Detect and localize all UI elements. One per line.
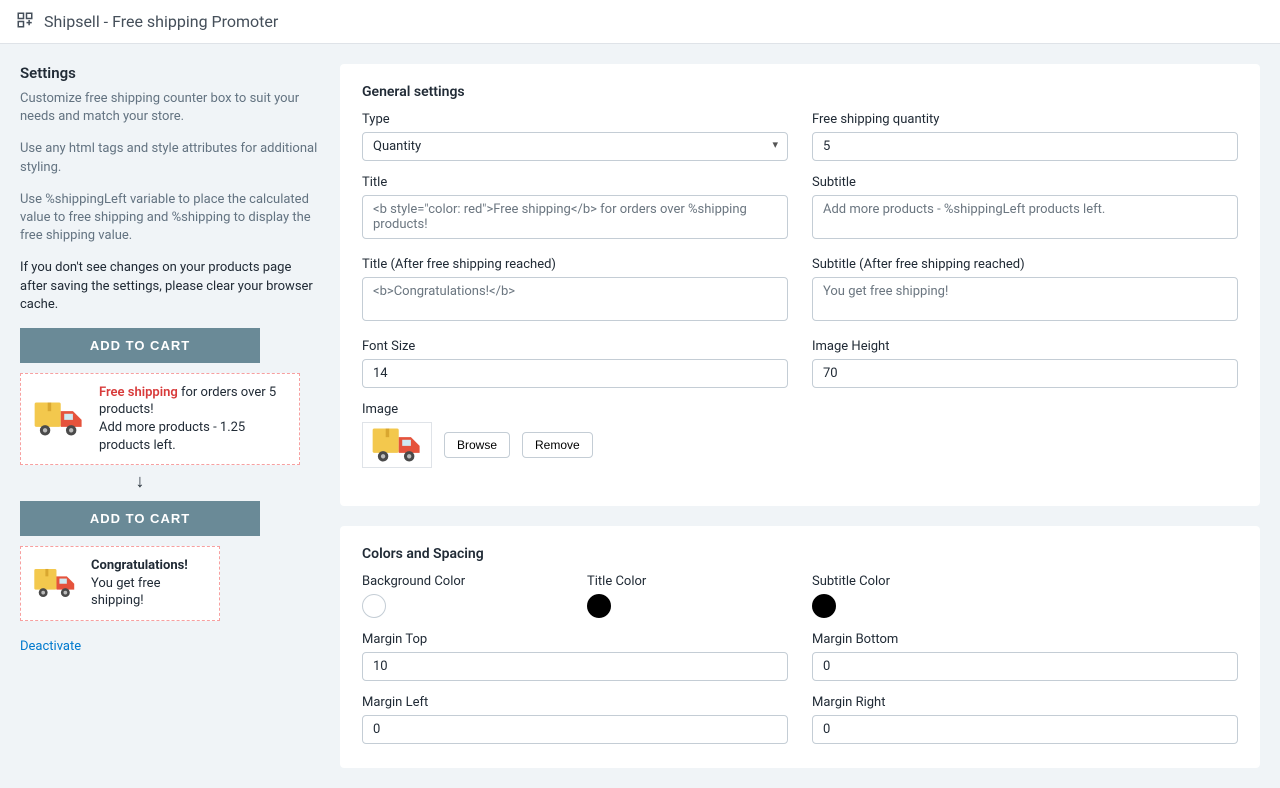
sidebar-desc-4: If you don't see changes on your product…: [20, 259, 320, 314]
preview1-sub: Add more products - 1.25 products left.: [99, 419, 289, 454]
truck-icon: [31, 566, 79, 600]
subtitle-color-label: Subtitle Color: [812, 574, 1013, 589]
deactivate-link[interactable]: Deactivate: [20, 639, 81, 654]
arrow-down-icon: ↓: [20, 473, 260, 491]
title-input[interactable]: <b style="color: red">Free shipping</b> …: [362, 195, 788, 239]
sidebar-desc-1: Customize free shipping counter box to s…: [20, 90, 320, 126]
imgh-label: Image Height: [812, 339, 1238, 354]
bg-color-label: Background Color: [362, 574, 563, 589]
preview2-sub: You get free shipping!: [91, 575, 209, 610]
subtitle2-input[interactable]: You get free shipping!: [812, 277, 1238, 321]
preview-box-before: Free shipping for orders over 5 products…: [20, 373, 300, 465]
colors-heading: Colors and Spacing: [362, 546, 1238, 562]
margin-top-input[interactable]: [362, 652, 788, 681]
title-color-label: Title Color: [587, 574, 788, 589]
bg-color-swatch[interactable]: [362, 594, 386, 618]
general-settings-card: General settings Type Quantity Free ship…: [340, 64, 1260, 506]
sidebar-desc-3: Use %shippingLeft variable to place the …: [20, 191, 320, 246]
subtitle-color-swatch[interactable]: [812, 594, 836, 618]
title-label: Title: [362, 175, 788, 190]
remove-button[interactable]: Remove: [522, 432, 593, 458]
title-color-swatch[interactable]: [587, 594, 611, 618]
sidebar-heading: Settings: [20, 64, 320, 82]
title2-label: Title (After free shipping reached): [362, 257, 788, 272]
preview-box-after: Congratulations! You get free shipping!: [20, 546, 220, 621]
margin-right-input[interactable]: [812, 715, 1238, 744]
subtitle-label: Subtitle: [812, 175, 1238, 190]
font-label: Font Size: [362, 339, 788, 354]
image-preview: [362, 422, 432, 468]
truck-icon: [31, 399, 87, 439]
preview1-bold: Free shipping: [99, 385, 178, 400]
truck-icon: [369, 425, 425, 465]
app-title: Shipsell - Free shipping Promoter: [44, 12, 278, 31]
mt-label: Margin Top: [362, 632, 788, 647]
type-select[interactable]: Quantity: [362, 132, 788, 161]
subtitle2-label: Subtitle (After free shipping reached): [812, 257, 1238, 272]
title2-input[interactable]: <b>Congratulations!</b>: [362, 277, 788, 321]
mr-label: Margin Right: [812, 695, 1238, 710]
margin-left-input[interactable]: [362, 715, 788, 744]
image-label: Image: [362, 402, 788, 417]
apps-icon: [16, 11, 34, 33]
general-heading: General settings: [362, 84, 1238, 100]
image-height-input[interactable]: [812, 359, 1238, 388]
settings-sidebar: Settings Customize free shipping counter…: [20, 64, 320, 654]
preview-add-to-cart-2[interactable]: ADD TO CART: [20, 501, 260, 536]
subtitle-input[interactable]: Add more products - %shippingLeft produc…: [812, 195, 1238, 239]
mb-label: Margin Bottom: [812, 632, 1238, 647]
qty-label: Free shipping quantity: [812, 112, 1238, 127]
font-size-input[interactable]: [362, 359, 788, 388]
colors-spacing-card: Colors and Spacing Background Color Titl…: [340, 526, 1260, 768]
preview-add-to-cart-1[interactable]: ADD TO CART: [20, 328, 260, 363]
margin-bottom-input[interactable]: [812, 652, 1238, 681]
browse-button[interactable]: Browse: [444, 432, 510, 458]
preview2-bold: Congratulations!: [91, 558, 188, 573]
app-header: Shipsell - Free shipping Promoter: [0, 0, 1280, 44]
sidebar-desc-2: Use any html tags and style attributes f…: [20, 140, 320, 176]
qty-input[interactable]: [812, 132, 1238, 161]
ml-label: Margin Left: [362, 695, 788, 710]
type-label: Type: [362, 112, 788, 127]
